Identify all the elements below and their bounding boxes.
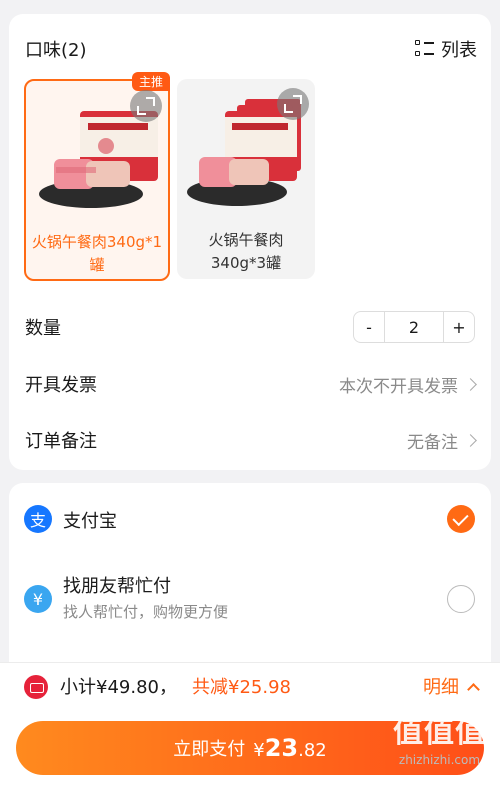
order-note-row[interactable]: 订单备注 无备注: [25, 425, 477, 455]
discount-text: 共减¥25.98: [192, 677, 291, 698]
chevron-right-icon: [464, 377, 477, 391]
flavor-option-label: 火锅午餐肉340g*1罐: [31, 233, 163, 274]
expand-icon[interactable]: [130, 90, 162, 122]
payment-method-friend-pay[interactable]: ¥ 找朋友帮忙付 找人帮忙付，购物更方便: [9, 563, 491, 633]
quantity-stepper: - 2 +: [353, 311, 475, 343]
subtotal-text: 小计¥49.80，: [60, 677, 177, 698]
watermark: 值值值 zhizhizhi.com: [393, 707, 486, 767]
alipay-icon: 支: [24, 505, 52, 533]
chevron-up-icon: [467, 682, 480, 696]
pay-now-label: 立即支付: [173, 739, 246, 760]
payment-method-alipay[interactable]: 支 支付宝: [9, 483, 491, 553]
list-view-toggle[interactable]: 列表: [415, 36, 477, 62]
payment-method-subtitle: 找人帮忙付，购物更方便: [63, 603, 229, 621]
pay-amount: ¥23.82: [253, 734, 327, 762]
order-options-card: 口味(2) 列表 主推 火锅午餐肉340g*1罐 火锅午餐肉340g*3罐 数量…: [9, 14, 491, 470]
flavor-option-label: 火锅午餐肉340g*3罐: [208, 231, 284, 272]
detail-label: 明细: [423, 677, 459, 698]
decrement-button[interactable]: -: [354, 312, 384, 342]
flavor-option-1[interactable]: 主推 火锅午餐肉340g*1罐: [24, 72, 170, 281]
expand-icon[interactable]: [277, 88, 309, 120]
invoice-value: 本次不开具发票: [339, 376, 458, 397]
flavor-title: 口味(2): [25, 40, 87, 61]
watermark-url: zhizhizhi.com: [398, 753, 481, 767]
quantity-row: 数量 - 2 +: [25, 311, 475, 343]
list-icon: [415, 40, 435, 58]
friend-pay-icon: ¥: [24, 585, 52, 613]
selected-radio-icon[interactable]: [447, 505, 475, 533]
invoice-row[interactable]: 开具发票 本次不开具发票: [25, 369, 477, 399]
order-note-label: 订单备注: [25, 431, 97, 452]
subtotal-icon: [24, 675, 48, 699]
payment-method-name: 支付宝: [63, 511, 117, 532]
flavor-option-2[interactable]: 火锅午餐肉340g*3罐: [177, 79, 315, 279]
order-note-value: 无备注: [407, 432, 458, 453]
payment-methods-card: 支 支付宝 ¥ 找朋友帮忙付 找人帮忙付，购物更方便: [9, 483, 491, 673]
unselected-radio-icon[interactable]: [447, 585, 475, 613]
detail-button[interactable]: 明细: [423, 673, 480, 699]
list-label: 列表: [441, 40, 477, 61]
increment-button[interactable]: +: [444, 312, 474, 342]
quantity-value[interactable]: 2: [384, 312, 444, 342]
invoice-label: 开具发票: [25, 375, 97, 396]
quantity-label: 数量: [25, 318, 61, 339]
payment-method-name: 找朋友帮忙付: [63, 576, 171, 597]
checkout-bar: 小计¥49.80， 共减¥25.98 明细 立即支付 ¥23.82 值值值 zh…: [0, 662, 500, 785]
chevron-right-icon: [464, 433, 477, 447]
watermark-logo: 值值值: [393, 715, 486, 750]
